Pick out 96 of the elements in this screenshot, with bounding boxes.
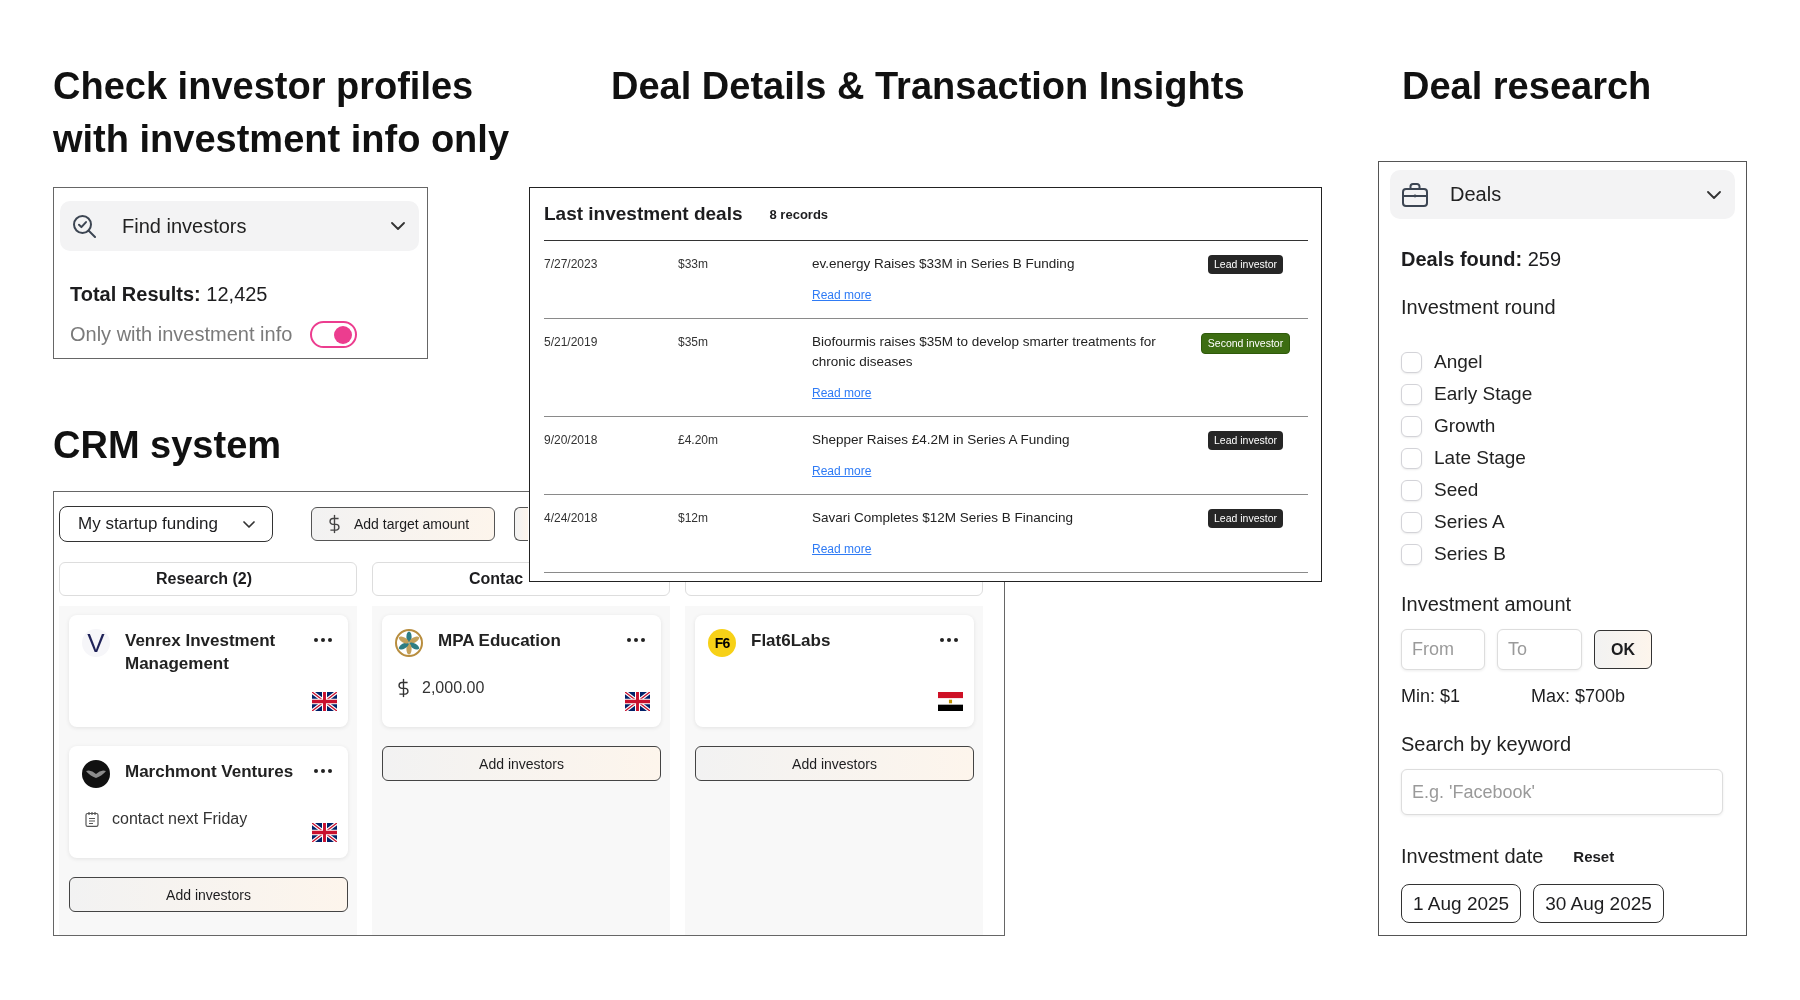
reset-button[interactable]: Reset: [1573, 847, 1615, 865]
section-heading: Deal research: [1402, 64, 1652, 109]
max-amount-text: Max: $700b: [1531, 685, 1626, 708]
investor-name: MPA Education: [438, 630, 562, 652]
deal-date: 4/24/2018: [544, 510, 598, 527]
read-more-link[interactable]: Read more: [812, 462, 872, 480]
clipboard-icon: [85, 811, 99, 827]
add-investors-button[interactable]: Add investors: [695, 746, 974, 781]
amount-text: 2,000.00: [422, 679, 485, 697]
briefcase-icon: [1402, 182, 1428, 207]
keyword-search-field[interactable]: E.g. 'Facebook': [1401, 769, 1723, 815]
company-logo: F6: [708, 629, 736, 657]
filter-label: Investment round: [1401, 295, 1556, 319]
checkbox-label: Angel: [1434, 351, 1483, 373]
add-investors-button[interactable]: Add investors: [382, 746, 661, 781]
record-count: 8 records: [769, 206, 829, 222]
toolbar-button[interactable]: [514, 507, 528, 541]
investor-role-badge: Second investor: [1200, 333, 1291, 354]
chevron-down-icon: [243, 520, 255, 528]
investor-card[interactable]: MPA Education 2,000.00: [382, 615, 661, 727]
deal-amount: $33m: [678, 256, 709, 273]
toggle-switch[interactable]: [310, 321, 358, 348]
total-results: Total Results: 12,425: [70, 282, 268, 306]
checkbox-label: Late Stage: [1434, 447, 1526, 469]
winged-emblem-icon: [82, 760, 110, 788]
deal-amount: $12m: [678, 510, 709, 527]
deals-dropdown[interactable]: Deals: [1390, 170, 1735, 219]
company-logo: V: [82, 629, 110, 657]
deal-headline: ev.energy Raises $33M in Series B Funding: [812, 255, 1075, 273]
min-amount-text: Min: $1: [1401, 685, 1462, 708]
dollar-icon: [398, 678, 409, 698]
deal-headline: Savari Completes $12M Series B Financing: [812, 509, 1074, 527]
panel-title: Last investment deals: [544, 203, 743, 225]
section-heading: CRM system: [53, 423, 282, 468]
checkbox-label: Early Stage: [1434, 383, 1533, 405]
checkbox[interactable]: [1401, 351, 1422, 373]
add-amount-button[interactable]: Add target amount: [311, 507, 495, 541]
investor-card[interactable]: V Venrex Investment Management: [69, 615, 348, 727]
checkbox[interactable]: [1401, 543, 1422, 565]
funding-dropdown[interactable]: My startup funding: [59, 506, 273, 542]
filter-label: Investment amount: [1401, 592, 1572, 616]
investor-name: Venrex Investment Management: [125, 630, 277, 675]
section-heading: Check investor profiles with investment info only: [53, 64, 511, 162]
date-button[interactable]: 1 Aug 2025: [1401, 884, 1522, 923]
investor-card[interactable]: Marchmont Ventures contact next Friday: [69, 746, 348, 858]
column-header: Research (2): [59, 562, 357, 596]
deal-amount: £4.20m: [678, 432, 719, 449]
checkbox[interactable]: [1401, 383, 1422, 405]
uk-flag-icon: [312, 823, 337, 842]
investor-role-badge: Lead investor: [1207, 255, 1283, 274]
read-more-link[interactable]: Read more: [812, 286, 872, 304]
investor-role-badge: Lead investor: [1207, 431, 1283, 450]
add-investors-button[interactable]: Add investors: [69, 877, 348, 912]
filter-label: Search by keyword: [1401, 732, 1572, 756]
deal-date: 5/21/2019: [544, 334, 598, 351]
deal-date: 7/27/2023: [544, 256, 598, 273]
more-icon[interactable]: [314, 638, 332, 642]
investor-name: Marchmont Ventures: [125, 761, 295, 783]
dollar-icon: [329, 514, 340, 534]
checkbox-label: Growth: [1434, 415, 1496, 437]
find-investors-dropdown[interactable]: Find investors: [60, 201, 419, 251]
more-icon[interactable]: [627, 638, 645, 642]
ok-button[interactable]: OK: [1594, 630, 1652, 669]
checkbox[interactable]: [1401, 479, 1422, 501]
to-input-field[interactable]: To: [1497, 629, 1582, 670]
checkbox-label: Series B: [1434, 543, 1506, 565]
investor-role-badge: Lead investor: [1207, 509, 1283, 528]
note-text: contact next Friday: [112, 810, 248, 828]
deal-amount: $35m: [678, 334, 709, 351]
star-emblem-icon: [395, 629, 423, 657]
chevron-down-icon: [1707, 190, 1721, 199]
more-icon[interactable]: [314, 769, 332, 773]
checkbox[interactable]: [1401, 415, 1422, 437]
read-more-link[interactable]: Read more: [812, 540, 872, 558]
investor-card[interactable]: F6 Flat6Labs: [695, 615, 974, 727]
search-icon: [73, 214, 96, 238]
checkbox[interactable]: [1401, 447, 1422, 469]
from-input-field[interactable]: From: [1401, 629, 1485, 670]
checkbox-label: Series A: [1434, 511, 1505, 533]
more-icon[interactable]: [940, 638, 958, 642]
checkbox-label: Seed: [1434, 479, 1479, 501]
deal-date: 9/20/2018: [544, 432, 598, 449]
date-button[interactable]: 30 Aug 2025: [1533, 884, 1664, 923]
uk-flag-icon: [625, 692, 650, 711]
investor-name: Flat6Labs: [751, 630, 832, 652]
deal-headline: Shepper Raises £4.2M in Series A Funding: [812, 431, 1070, 449]
chevron-down-icon: [391, 222, 405, 230]
toggle-label: Only with investment info: [70, 323, 293, 346]
checkbox[interactable]: [1401, 511, 1422, 533]
egypt-flag-icon: [938, 692, 963, 711]
deal-headline: Biofourmis raises $35M to develop smarter treatments for chronic diseases: [812, 333, 1157, 371]
uk-flag-icon: [312, 692, 337, 711]
read-more-link[interactable]: Read more: [812, 384, 872, 402]
deals-found: Deals found: 259: [1401, 247, 1562, 271]
filter-label: Investment date: [1401, 844, 1544, 868]
section-heading: Deal Details & Transaction Insights: [611, 64, 1245, 109]
